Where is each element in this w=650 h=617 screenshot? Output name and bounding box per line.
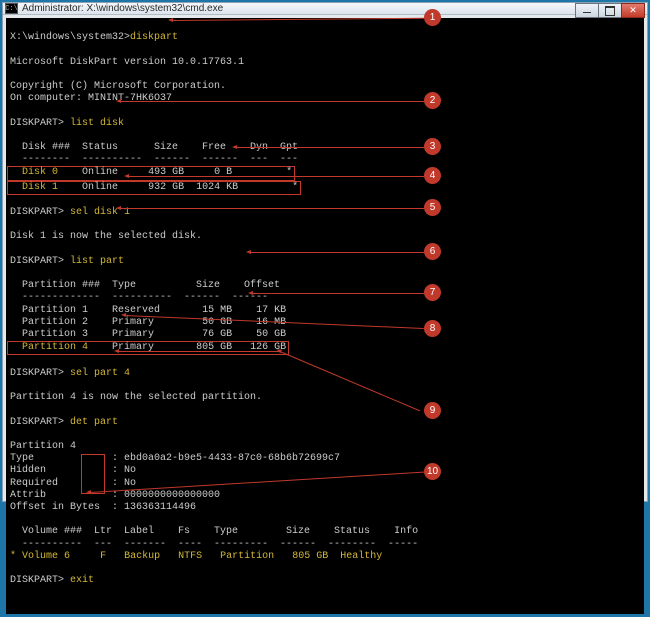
annotation-arrow-3 [236, 147, 424, 148]
annotation-marker-2: 2 [424, 92, 441, 109]
annotation-marker-5: 5 [424, 199, 441, 216]
prompt: DISKPART> [10, 368, 64, 379]
annotation-marker-4: 4 [424, 167, 441, 184]
annotation-arrow-5 [120, 208, 424, 209]
computer-name: On computer: MININT-7HK6O37 [10, 93, 172, 104]
prompt-initial: X:\windows\system32> [10, 32, 130, 43]
prompt: DISKPART> [10, 118, 64, 129]
cmd-diskpart: diskpart [130, 32, 178, 43]
diskpart-version: Microsoft DiskPart version 10.0.17763.1 [10, 57, 244, 68]
sel-part-result: Partition 4 is now the selected partitio… [10, 392, 262, 403]
annotation-arrow-2 [120, 101, 424, 102]
disk-1-name: Disk 1 [22, 182, 58, 193]
console[interactable]: X:\windows\system32>diskpart Microsoft D… [6, 18, 644, 614]
cmd-exit: exit [70, 575, 94, 586]
window-title: Administrator: X:\windows\system32\cmd.e… [22, 3, 223, 14]
annotation-marker-6: 6 [424, 243, 441, 260]
cmd-det-part: det part [70, 417, 118, 428]
annotation-arrow-det [118, 351, 279, 352]
part-row-3: Partition 3 Primary 76 GB 50 GB [22, 329, 286, 340]
part-header: Partition ### Type Size Offset [10, 280, 280, 291]
copyright: Copyright (C) Microsoft Corporation. [10, 81, 226, 92]
minimize-button[interactable] [575, 3, 599, 18]
annotation-marker-7: 7 [424, 284, 441, 301]
disk-row-0-highlight: Disk 0 Online 493 GB 0 B * [7, 166, 295, 180]
prompt: DISKPART> [10, 417, 64, 428]
prompt: DISKPART> [10, 256, 64, 267]
sel-disk-result: Disk 1 is now the selected disk. [10, 231, 202, 242]
det-hidden: Hidden : No [10, 465, 136, 476]
annotation-marker-1: 1 [424, 9, 441, 26]
cmd-sel-part: sel part 4 [70, 368, 130, 379]
ltr-column-highlight [81, 454, 105, 494]
console-frame: X:\windows\system32>diskpart Microsoft D… [3, 15, 647, 617]
part-header-rule: ------------- ---------- ------ ------ [10, 292, 268, 303]
vol-header-rule: ---------- --- ------- ---- --------- --… [10, 539, 418, 550]
annotation-marker-10: 10 [424, 463, 441, 480]
det-type: Type : ebd0a0a2-b9e5-4433-87c0-68b6b7269… [10, 453, 340, 464]
part-row-4-highlight: Partition 4 Primary 805 GB 126 GB [7, 341, 289, 355]
titlebar[interactable]: C:\ Administrator: X:\windows\system32\c… [3, 3, 647, 15]
window-controls [576, 3, 645, 18]
annotation-arrow-6 [250, 252, 424, 253]
det-name: Partition 4 [10, 441, 76, 452]
annotation-arrow-7 [252, 293, 424, 294]
det-required: Required : No [10, 478, 136, 489]
part-row-1: Partition 1 Reserved 15 MB 17 KB [22, 305, 286, 316]
annotation-marker-8: 8 [424, 320, 441, 337]
vol-row: * Volume 6 F Backup NTFS Partition 805 G… [10, 551, 382, 562]
cmd-icon: C:\ [5, 3, 18, 14]
disk-0-name: Disk 0 [22, 167, 58, 178]
close-button[interactable] [621, 3, 645, 18]
prompt: DISKPART> [10, 207, 64, 218]
annotation-marker-9: 9 [424, 402, 441, 419]
annotation-arrow-4 [128, 176, 424, 177]
disk-header-rule: -------- ---------- ------ ------ --- --… [10, 154, 298, 165]
cmd-list-disk: list disk [70, 118, 124, 129]
vol-header: Volume ### Ltr Label Fs Type Size Status… [10, 526, 418, 537]
part-row-2: Partition 2 Primary 50 GB 16 MB [22, 317, 286, 328]
maximize-button[interactable] [598, 3, 622, 18]
disk-row-1-highlight: Disk 1 Online 932 GB 1024 KB * [7, 181, 301, 195]
annotation-marker-3: 3 [424, 138, 441, 155]
cmd-list-part: list part [70, 256, 124, 267]
prompt: DISKPART> [10, 575, 64, 586]
